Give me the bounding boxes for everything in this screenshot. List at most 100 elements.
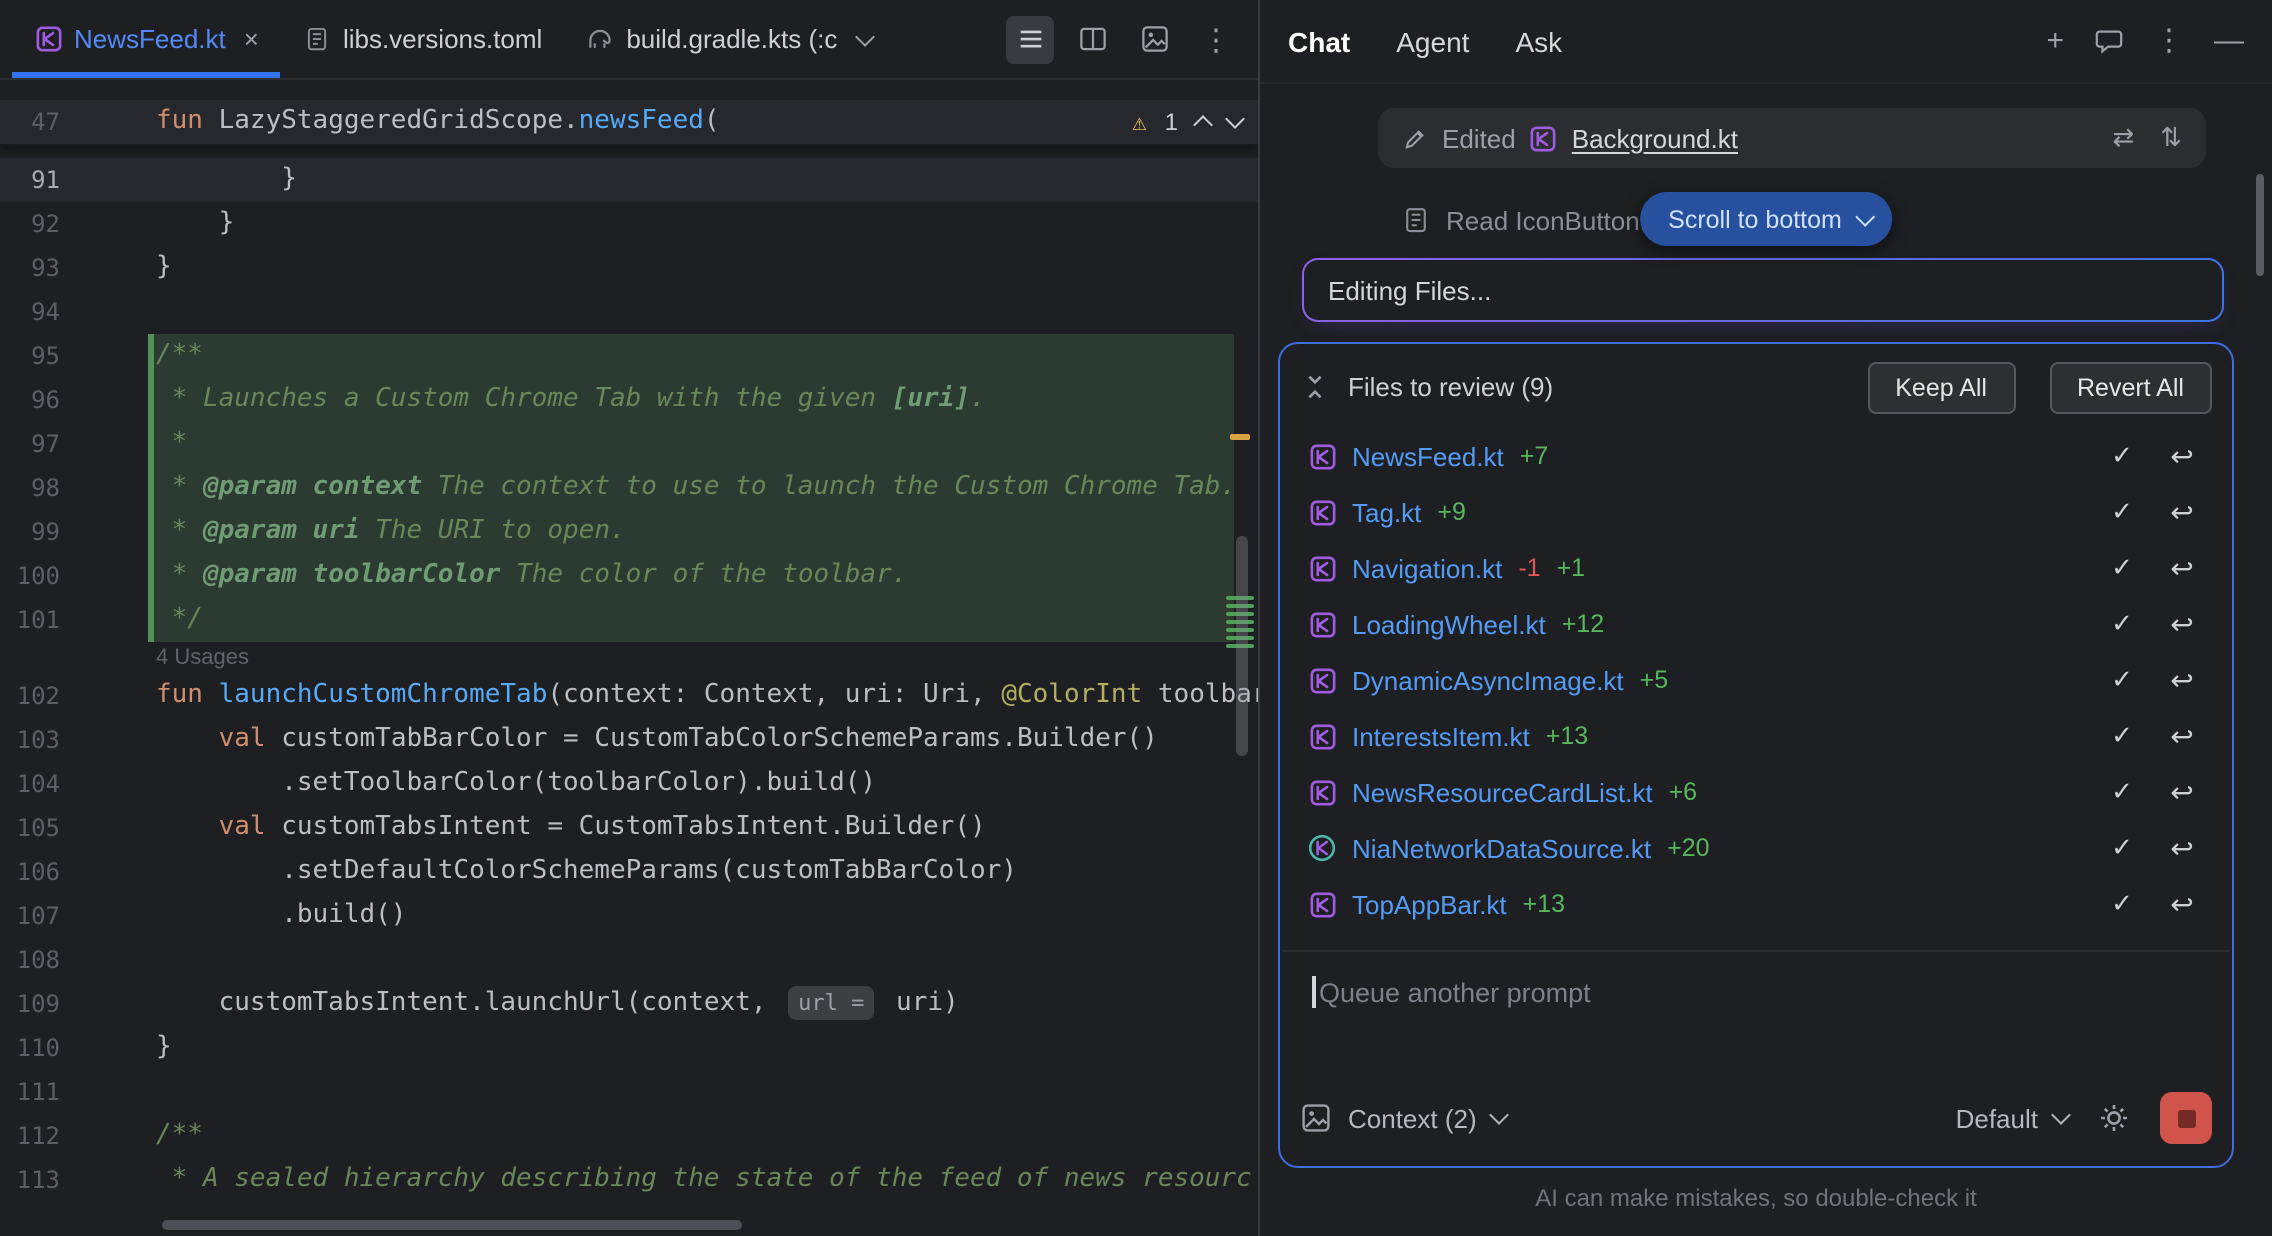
editor-tab-build-gradle[interactable]: build.gradle.kts (:c [564, 0, 893, 78]
read-file-row[interactable]: Read IconButton.kt [1402, 202, 1667, 238]
revert-file-icon[interactable]: ↩ [2160, 439, 2204, 473]
code-line[interactable]: 108 [0, 938, 1258, 982]
file-review-row[interactable]: DynamicAsyncImage.kt+5✓↩ [1300, 652, 2212, 708]
file-review-row[interactable]: NiaNetworkDataSource.kt+20✓↩ [1300, 820, 2212, 876]
tab-chat[interactable]: Chat [1288, 25, 1350, 57]
horizontal-scrollbar[interactable] [162, 1220, 742, 1230]
file-name-link[interactable]: DynamicAsyncImage.kt [1352, 665, 1624, 695]
chevron-down-icon[interactable] [854, 26, 874, 46]
file-review-row[interactable]: Tag.kt+9✓↩ [1300, 484, 2212, 540]
accept-file-icon[interactable]: ✓ [2100, 552, 2144, 584]
code-line[interactable]: 96 * Launches a Custom Chrome Tab with t… [0, 378, 1258, 422]
code-line[interactable]: 93} [0, 246, 1258, 290]
file-name-link[interactable]: NiaNetworkDataSource.kt [1352, 833, 1651, 863]
file-name-link[interactable]: LoadingWheel.kt [1352, 609, 1546, 639]
diff-icon[interactable]: ⇄ [2112, 122, 2134, 154]
revert-file-icon[interactable]: ↩ [2160, 887, 2204, 921]
chevron-down-icon[interactable] [2051, 1105, 2071, 1125]
accept-file-icon[interactable]: ✓ [2100, 608, 2144, 640]
code-line[interactable]: 97 * [0, 422, 1258, 466]
next-problem-icon[interactable] [1225, 109, 1245, 129]
file-name-link[interactable]: NewsResourceCardList.kt [1352, 777, 1653, 807]
attach-image-icon[interactable] [1300, 1102, 1332, 1134]
accept-file-icon[interactable]: ✓ [2100, 440, 2144, 472]
file-name-link[interactable]: NewsFeed.kt [1352, 441, 1504, 471]
prev-problem-icon[interactable] [1193, 115, 1213, 135]
code-line[interactable]: 100 * @param toolbarColor The color of t… [0, 554, 1258, 598]
code-line[interactable]: 103 val customTabBarColor = CustomTabCol… [0, 718, 1258, 762]
settings-gear-icon[interactable] [2098, 1102, 2130, 1134]
edited-file-link[interactable]: Background.kt [1572, 123, 1738, 153]
file-review-row[interactable]: TopAppBar.kt+13✓↩ [1300, 876, 2212, 932]
code-line[interactable]: 98 * @param context The context to use t… [0, 466, 1258, 510]
accept-file-icon[interactable]: ✓ [2100, 888, 2144, 920]
revert-file-icon[interactable]: ↩ [2160, 495, 2204, 529]
scroll-to-bottom-button[interactable]: Scroll to bottom [1640, 192, 1892, 246]
code-line[interactable]: 104 .setToolbarColor(toolbarColor).build… [0, 762, 1258, 806]
file-name-link[interactable]: InterestsItem.kt [1352, 721, 1530, 751]
file-review-row[interactable]: Navigation.kt-1+1✓↩ [1300, 540, 2212, 596]
tab-ask[interactable]: Ask [1515, 25, 1562, 57]
file-name-link[interactable]: Navigation.kt [1352, 553, 1502, 583]
accept-file-icon[interactable]: ✓ [2100, 496, 2144, 528]
list-view-icon[interactable] [1006, 15, 1054, 63]
code-line[interactable]: 113 * A sealed hierarchy describing the … [0, 1158, 1258, 1202]
code-line[interactable]: 94 [0, 290, 1258, 334]
more-options-icon[interactable]: ⋮ [1192, 15, 1240, 63]
code-line[interactable]: 95/** [0, 334, 1258, 378]
revert-file-icon[interactable]: ↩ [2160, 831, 2204, 865]
preview-image-icon[interactable] [1130, 15, 1178, 63]
revert-file-icon[interactable]: ↩ [2160, 775, 2204, 809]
collapse-icon[interactable] [1300, 372, 1330, 402]
file-review-row[interactable]: LoadingWheel.kt+12✓↩ [1300, 596, 2212, 652]
revert-file-icon[interactable]: ↩ [2160, 607, 2204, 641]
code-line[interactable]: 102fun launchCustomChromeTab(context: Co… [0, 674, 1258, 718]
chat-scrollbar[interactable] [2256, 174, 2264, 276]
edited-file-card[interactable]: Edited Background.kt ⇄ ⇅ [1378, 108, 2206, 168]
code-line[interactable]: 106 .setDefaultColorSchemeParams(customT… [0, 850, 1258, 894]
code-line[interactable]: 101 */ [0, 598, 1258, 642]
hide-panel-icon[interactable]: — [2214, 26, 2244, 56]
editor-tab-newsfeed[interactable]: NewsFeed.kt × [12, 0, 281, 78]
code-line[interactable]: 105 val customTabsIntent = CustomTabsInt… [0, 806, 1258, 850]
code-line[interactable]: 110} [0, 1026, 1258, 1070]
revert-file-icon[interactable]: ↩ [2160, 663, 2204, 697]
sticky-code-header[interactable]: 47 fun LazyStaggeredGridScope.newsFeed( … [0, 100, 1258, 146]
warning-icon[interactable]: ⚠ [1132, 100, 1146, 144]
file-review-row[interactable]: NewsFeed.kt+7✓↩ [1300, 428, 2212, 484]
chat-history-icon[interactable] [2094, 26, 2124, 56]
chevron-down-icon[interactable] [1490, 1105, 1510, 1125]
vertical-scrollbar[interactable] [1236, 536, 1248, 756]
keep-all-button[interactable]: Keep All [1867, 361, 2015, 413]
file-review-row[interactable]: InterestsItem.kt+13✓↩ [1300, 708, 2212, 764]
file-name-link[interactable]: TopAppBar.kt [1352, 889, 1507, 919]
code-line[interactable]: 109 customTabsIntent.launchUrl(context, … [0, 982, 1258, 1026]
code-line[interactable]: 107 .build() [0, 894, 1258, 938]
model-selector[interactable]: Default [1956, 1103, 2038, 1133]
code-line[interactable]: 91 } [0, 158, 1258, 202]
file-name-link[interactable]: Tag.kt [1352, 497, 1421, 527]
accept-file-icon[interactable]: ✓ [2100, 776, 2144, 808]
code-line[interactable]: 112/** [0, 1114, 1258, 1158]
code-line[interactable]: 99 * @param uri The URI to open. [0, 510, 1258, 554]
code-line[interactable]: 92 } [0, 202, 1258, 246]
panel-options-icon[interactable]: ⋮ [2154, 26, 2184, 56]
revert-file-icon[interactable]: ↩ [2160, 719, 2204, 753]
split-editor-icon[interactable] [1068, 15, 1116, 63]
editor-tab-libs-versions[interactable]: libs.versions.toml [281, 0, 564, 78]
context-button[interactable]: Context (2) [1348, 1103, 1477, 1133]
prompt-input[interactable]: Queue another prompt [1312, 976, 2204, 1008]
revert-file-icon[interactable]: ↩ [2160, 551, 2204, 585]
accept-file-icon[interactable]: ✓ [2100, 664, 2144, 696]
new-chat-icon[interactable]: + [2046, 26, 2064, 56]
stop-generation-button[interactable] [2160, 1092, 2212, 1144]
usages-hint[interactable]: 4 Usages [0, 642, 1258, 674]
accept-file-icon[interactable]: ✓ [2100, 720, 2144, 752]
tab-agent[interactable]: Agent [1396, 25, 1469, 57]
code-line[interactable]: 111 [0, 1070, 1258, 1114]
revert-all-button[interactable]: Revert All [2049, 361, 2212, 413]
expand-icon[interactable]: ⇅ [2160, 122, 2182, 154]
code-area[interactable]: 91 }92 }93}9495/**96 * Launches a Custom… [0, 146, 1258, 1236]
accept-file-icon[interactable]: ✓ [2100, 832, 2144, 864]
close-tab-icon[interactable]: × [244, 24, 259, 54]
